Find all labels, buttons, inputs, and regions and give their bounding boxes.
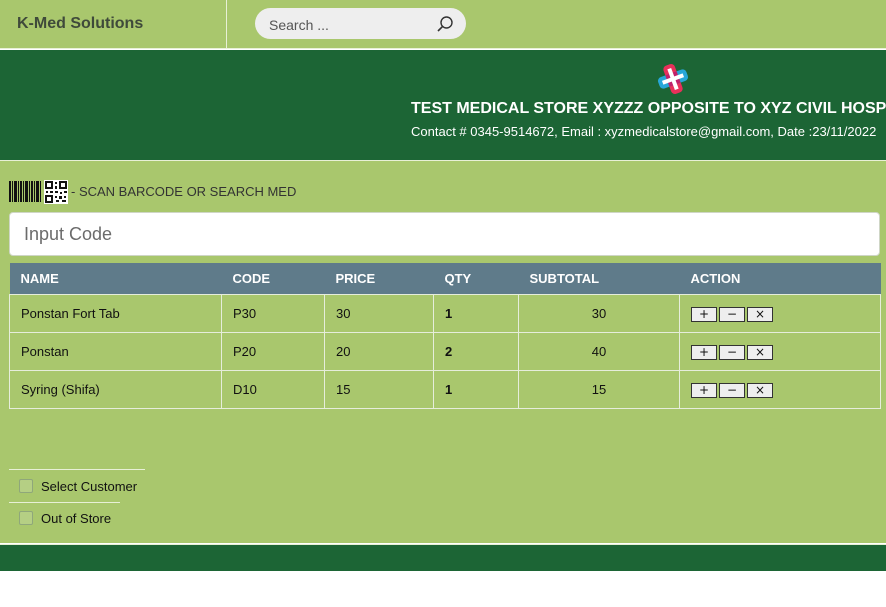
scan-label: - SCAN BARCODE OR SEARCH MED [71, 184, 297, 199]
cell-name: Ponstan [9, 332, 222, 371]
select-customer-option[interactable]: Select Customer [19, 479, 137, 494]
column-header-subtotal: SUBTOTAL [518, 263, 680, 295]
decrease-qty-button[interactable]: − [719, 382, 745, 398]
store-banner: TEST MEDICAL STORE XYZZZ OPPOSITE TO XYZ… [0, 50, 886, 161]
out-of-store-checkbox[interactable] [19, 511, 33, 525]
remove-item-button[interactable]: × [747, 344, 773, 360]
column-header-price: PRICE [324, 263, 434, 295]
code-input[interactable] [9, 212, 880, 256]
increase-qty-button[interactable]: + [691, 344, 717, 360]
cart-table: NAME CODE PRICE QTY SUBTOTAL ACTION Pons… [9, 263, 881, 409]
cell-code: P30 [221, 294, 325, 333]
brand-name[interactable]: K-Med Solutions [0, 0, 227, 48]
remove-item-button[interactable]: × [747, 306, 773, 322]
main-panel: - SCAN BARCODE OR SEARCH MED NAME CODE P… [0, 161, 886, 543]
cell-code: P20 [221, 332, 325, 371]
search-icon[interactable] [436, 15, 454, 33]
decrease-qty-button[interactable]: − [719, 344, 745, 360]
select-customer-label: Select Customer [41, 479, 138, 494]
increase-qty-button[interactable]: + [691, 382, 717, 398]
table-row: Ponstan P20 20 2 40 + − × [9, 332, 881, 371]
column-header-action: ACTION [679, 263, 881, 295]
out-of-store-option[interactable]: Out of Store [19, 511, 111, 526]
decrease-qty-button[interactable]: − [719, 306, 745, 322]
remove-item-button[interactable]: × [747, 382, 773, 398]
cell-actions: + − × [679, 294, 881, 333]
cell-actions: + − × [679, 332, 881, 371]
store-name: TEST MEDICAL STORE XYZZZ OPPOSITE TO XYZ… [411, 100, 886, 117]
table-header-row: NAME CODE PRICE QTY SUBTOTAL ACTION [9, 263, 881, 295]
search-input[interactable] [267, 8, 431, 41]
increase-qty-button[interactable]: + [691, 306, 717, 322]
cell-name: Ponstan Fort Tab [9, 294, 222, 333]
table-row: Ponstan Fort Tab P30 30 1 30 + − × [9, 294, 881, 333]
barcode-icon [9, 181, 41, 202]
column-header-code: CODE [221, 263, 325, 295]
qr-code-icon [44, 180, 68, 204]
cell-code: D10 [221, 370, 325, 409]
medical-cross-logo [657, 63, 689, 95]
cell-actions: + − × [679, 370, 881, 409]
search-box[interactable] [255, 8, 466, 41]
cell-name: Syring (Shifa) [9, 370, 222, 409]
divider [9, 469, 145, 470]
store-contact: Contact # 0345-9514672, Email : xyzmedic… [411, 124, 877, 139]
cell-qty: 2 [433, 332, 519, 371]
column-header-name: NAME [9, 263, 222, 295]
out-of-store-label: Out of Store [41, 511, 112, 526]
cell-price: 15 [324, 370, 434, 409]
top-bar: K-Med Solutions [0, 0, 886, 49]
cell-price: 30 [324, 294, 434, 333]
cell-subtotal: 30 [518, 294, 680, 333]
column-header-qty: QTY [433, 263, 519, 295]
divider [9, 502, 120, 503]
cell-qty: 1 [433, 294, 519, 333]
select-customer-checkbox[interactable] [19, 479, 33, 493]
cell-price: 20 [324, 332, 434, 371]
table-row: Syring (Shifa) D10 15 1 15 + − × [9, 370, 881, 409]
cell-subtotal: 15 [518, 370, 680, 409]
footer-bar [0, 544, 886, 571]
cell-subtotal: 40 [518, 332, 680, 371]
cell-qty: 1 [433, 370, 519, 409]
